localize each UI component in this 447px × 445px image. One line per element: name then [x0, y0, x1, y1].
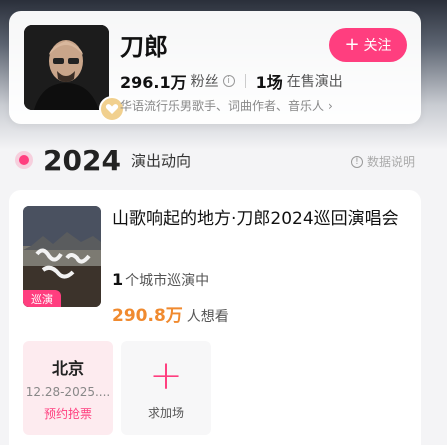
- follow-label: 关注: [363, 38, 392, 54]
- fans-label: 粉丝: [190, 74, 219, 90]
- shows-count: 1场: [255, 73, 283, 92]
- want-count-row: 290.8万 人想看: [112, 301, 229, 326]
- event-title[interactable]: 山歌响起的地方·刀郎2024巡回演唱会: [112, 206, 412, 233]
- want-label: 人想看: [186, 309, 229, 325]
- city-action: 预约抢票: [43, 406, 92, 421]
- info-icon: !: [350, 155, 363, 168]
- data-note-link[interactable]: ! 数据说明: [347, 153, 415, 170]
- request-label: 求加场: [147, 405, 184, 420]
- request-show-button[interactable]: + 求加场: [121, 341, 211, 435]
- plus-icon: +: [149, 352, 183, 399]
- poster-tag: 巡演: [23, 290, 61, 307]
- stats-divider: [244, 74, 246, 88]
- follow-button[interactable]: + 关注: [329, 28, 407, 62]
- artist-avatar[interactable]: [24, 25, 109, 110]
- chevron-right-icon: ›: [328, 98, 333, 113]
- city-date: 12.28-2025....: [25, 384, 111, 399]
- timeline-header: 2024 演出动向 ! 数据说明: [15, 140, 415, 180]
- artist-tags-text: 华语流行乐男歌手、词曲作者、音乐人: [120, 99, 325, 113]
- artist-stats: 296.1万 粉丝 i 1场 在售演出: [120, 69, 343, 93]
- plus-icon: +: [344, 34, 360, 55]
- info-icon[interactable]: i: [222, 75, 235, 87]
- timeline-dot-icon: [19, 155, 29, 165]
- event-poster[interactable]: 巡演: [23, 206, 101, 307]
- city-card-beijing[interactable]: 北京 12.28-2025.... 预约抢票: [23, 341, 113, 435]
- city-count: 1 个城市巡演中: [112, 270, 209, 290]
- city-name: 北京: [51, 358, 84, 378]
- timeline-title: 演出动向: [130, 151, 191, 170]
- shows-label: 在售演出: [286, 74, 343, 90]
- city-count-label: 个城市巡演中: [125, 273, 210, 289]
- want-count: 290.8万: [112, 306, 183, 326]
- artist-card: 刀郎 + 关注 296.1万 粉丝 i 1场 在售演出 华语流行乐男歌手、词曲作…: [9, 11, 421, 124]
- artist-tags[interactable]: 华语流行乐男歌手、词曲作者、音乐人 ›: [120, 97, 333, 114]
- event-card[interactable]: 巡演 山歌响起的地方·刀郎2024巡回演唱会 1 个城市巡演中 290.8万 人想看…: [9, 190, 421, 445]
- timeline-year: 2024: [43, 143, 121, 177]
- city-count-number: 1: [112, 270, 124, 289]
- data-note-label: 数据说明: [366, 155, 415, 169]
- fans-count: 296.1万: [120, 73, 187, 92]
- artist-name: 刀郎: [120, 33, 168, 61]
